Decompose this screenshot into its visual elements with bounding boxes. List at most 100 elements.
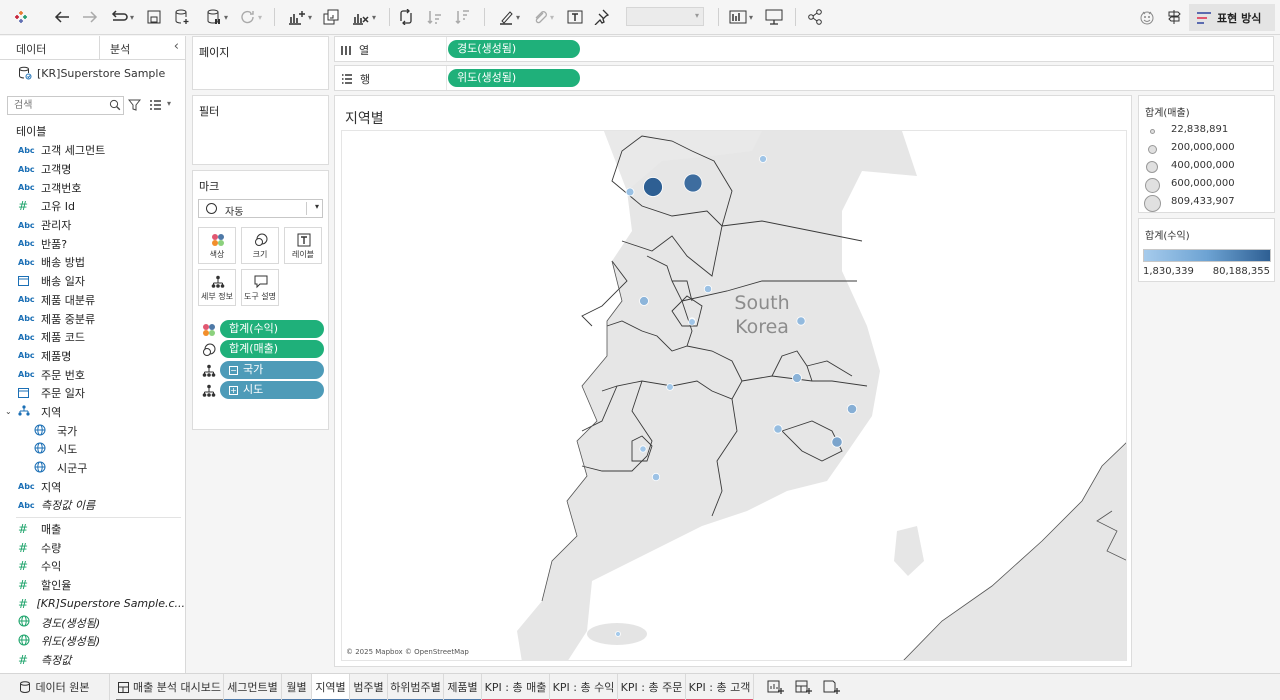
marks-pill-country[interactable]: − 국가 xyxy=(198,361,325,379)
field-item[interactable]: Abc 제품 코드 xyxy=(0,328,185,347)
field-item[interactable]: Abc 관리자 xyxy=(0,216,185,235)
ask-data-icon[interactable] xyxy=(1136,6,1158,28)
map-mark[interactable] xyxy=(796,316,806,326)
sheet-tab[interactable]: 제품별 xyxy=(444,674,482,700)
field-item[interactable]: # 고유 Id xyxy=(0,197,185,216)
sheet-title[interactable]: 지역별 xyxy=(345,108,384,128)
replay-icon[interactable]: ▾ xyxy=(108,6,136,28)
new-story-icon[interactable] xyxy=(823,679,841,695)
sheet-tab[interactable]: 범주별 xyxy=(350,674,388,700)
sheet-tab[interactable]: 지역별 xyxy=(312,674,350,700)
sheet-tab[interactable]: KPI : 총 주문 xyxy=(618,674,686,700)
map-attribution[interactable]: © 2025 Mapbox © OpenStreetMap xyxy=(346,648,469,656)
hierarchy-region[interactable]: ⌄ 지역 xyxy=(0,403,185,422)
label-button[interactable]: 레이블 xyxy=(284,227,322,264)
field-item[interactable]: 경도(생성됨) xyxy=(0,613,185,632)
map-mark[interactable] xyxy=(639,445,647,453)
field-item[interactable]: Abc 배송 방법 xyxy=(0,253,185,272)
view-options-caret-icon[interactable]: ▾ xyxy=(167,99,171,108)
show-cards-icon[interactable]: ▾ xyxy=(729,6,753,28)
datasource-item[interactable]: [KR]Superstore Sample xyxy=(0,60,185,86)
size-legend-item[interactable]: 22,838,891 xyxy=(1139,122,1274,140)
field-item[interactable]: Abc 제품명 xyxy=(0,347,185,366)
sheet-tab[interactable]: 하위범주별 xyxy=(388,674,444,700)
chevron-down-icon[interactable]: ⌄ xyxy=(5,407,12,416)
back-icon[interactable] xyxy=(52,6,72,28)
clear-sheet-icon[interactable]: ▾ xyxy=(347,6,381,28)
pages-card[interactable]: 페이지 xyxy=(192,36,329,90)
map-mark[interactable] xyxy=(831,436,843,448)
field-item[interactable]: Abc 지역 xyxy=(0,477,185,496)
map-mark[interactable] xyxy=(759,155,767,163)
map-mark[interactable] xyxy=(666,383,674,391)
highlight-icon[interactable]: ▾ xyxy=(494,6,524,28)
field-item[interactable]: # 측정값 xyxy=(0,651,185,670)
size-legend-item[interactable]: 809,433,907 xyxy=(1139,194,1274,212)
presentation-mode-icon[interactable] xyxy=(764,6,784,28)
forward-icon[interactable] xyxy=(80,6,100,28)
field-item[interactable]: 주문 일자 xyxy=(0,384,185,403)
map-mark[interactable] xyxy=(615,631,621,637)
size-legend-item[interactable]: 400,000,000 xyxy=(1139,158,1274,176)
field-item[interactable]: # 할인율 xyxy=(0,576,185,595)
sort-descending-icon[interactable] xyxy=(454,6,472,28)
new-dashboard-icon[interactable] xyxy=(795,679,813,695)
color-legend[interactable]: 합계(수익) 1,830,339 80,188,355 xyxy=(1138,218,1275,282)
map-mark[interactable] xyxy=(639,296,649,306)
field-item[interactable]: Abc 고객 세그먼트 xyxy=(0,141,185,160)
map-mark[interactable] xyxy=(846,403,858,415)
field-item[interactable]: 위도(생성됨) xyxy=(0,632,185,651)
size-legend-item[interactable]: 600,000,000 xyxy=(1139,176,1274,194)
field-item[interactable]: Abc 제품 중분류 xyxy=(0,309,185,328)
filter-icon[interactable] xyxy=(128,99,141,111)
sheet-tab[interactable]: 세그먼트별 xyxy=(224,674,282,700)
field-item[interactable]: # 수량 xyxy=(0,538,185,557)
tab-data-source[interactable]: 데이터 원본 xyxy=(0,674,110,700)
map-mark[interactable] xyxy=(688,318,696,326)
swap-rows-columns-icon[interactable] xyxy=(397,6,415,28)
size-legend-item[interactable]: 200,000,000 xyxy=(1139,140,1274,158)
sheet-tab[interactable]: KPI : 총 매출 xyxy=(482,674,550,700)
detail-button[interactable]: 세부 정보 xyxy=(198,269,236,306)
rows-shelf[interactable]: 행 위도(생성됨) xyxy=(334,65,1274,91)
pill-longitude[interactable]: 경도(생성됨) xyxy=(448,40,580,58)
tab-data[interactable]: 데이터 xyxy=(0,36,100,59)
map-view[interactable]: South Korea © 2025 Mapbox © OpenStreetMa… xyxy=(341,130,1127,661)
pill-country[interactable]: − 국가 xyxy=(220,361,324,379)
new-worksheet-icon[interactable]: ▾ xyxy=(283,6,317,28)
field-item[interactable]: 시군구 xyxy=(0,459,185,478)
filters-card[interactable]: 필터 xyxy=(192,95,329,165)
pill-latitude[interactable]: 위도(생성됨) xyxy=(448,69,580,87)
new-datasource-icon[interactable] xyxy=(172,6,192,28)
share-icon[interactable] xyxy=(805,6,825,28)
tableau-logo-icon[interactable] xyxy=(12,6,30,28)
field-item[interactable]: 시도 xyxy=(0,440,185,459)
field-item[interactable]: Abc 고객명 xyxy=(0,160,185,179)
collapse-pane-icon[interactable]: ‹ xyxy=(174,39,179,54)
collapse-icon[interactable]: − xyxy=(229,366,238,375)
map-mark[interactable] xyxy=(683,173,703,193)
marks-pill-size[interactable]: 합계(매출) xyxy=(198,340,325,358)
field-item[interactable]: 국가 xyxy=(0,421,185,440)
map-mark[interactable] xyxy=(651,472,661,482)
list-view-icon[interactable] xyxy=(149,100,162,110)
expand-icon[interactable]: + xyxy=(229,386,238,395)
pill-sum-profit[interactable]: 합계(수익) xyxy=(220,320,324,338)
field-item[interactable]: # 매출 xyxy=(0,520,185,539)
group-members-icon[interactable]: ▾ xyxy=(528,6,558,28)
search-input[interactable] xyxy=(7,96,124,115)
tab-analysis[interactable]: 분석 xyxy=(100,36,130,59)
new-worksheet-icon[interactable] xyxy=(767,679,785,695)
mark-type-dropdown[interactable]: 자동 ▾ xyxy=(198,199,323,218)
sheet-tab[interactable]: 매출 분석 대시보드 xyxy=(116,674,224,700)
pill-sum-sales[interactable]: 합계(매출) xyxy=(220,340,324,358)
marks-pill-color[interactable]: 합계(수익) xyxy=(198,320,325,338)
marks-pill-province[interactable]: + 시도 xyxy=(198,381,325,399)
sheet-tab[interactable]: KPI : 총 수익 xyxy=(550,674,618,700)
field-item[interactable]: Abc 제품 대분류 xyxy=(0,291,185,310)
pill-province[interactable]: + 시도 xyxy=(220,381,324,399)
field-item[interactable]: Abc 주문 번호 xyxy=(0,365,185,384)
korea-map[interactable]: South Korea xyxy=(342,131,1127,661)
refresh-icon[interactable]: ▾ xyxy=(236,6,266,28)
map-mark[interactable] xyxy=(792,373,802,383)
